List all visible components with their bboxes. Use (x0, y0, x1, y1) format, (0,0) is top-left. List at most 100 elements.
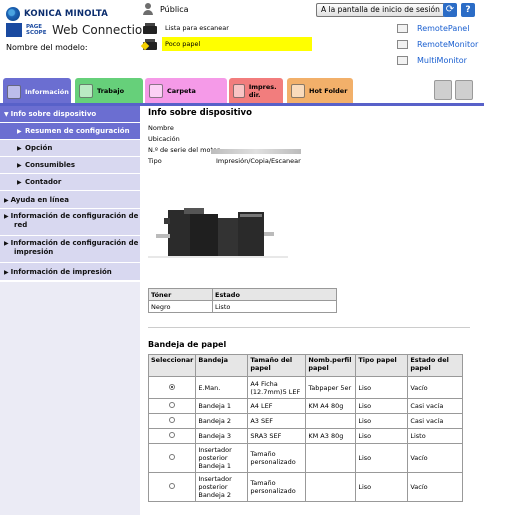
arrow-right-icon: ▶ (4, 269, 9, 276)
display-settings-icon[interactable] (455, 80, 473, 100)
arrow-right-icon: ▶ (4, 197, 9, 204)
tab-impres-dir-label: Impres. dir. (248, 82, 277, 99)
arrow-right-icon: ▶ (17, 179, 22, 186)
login-screen-button[interactable]: A la pantalla de inicio de sesión (316, 3, 445, 17)
tab-carpeta[interactable]: Carpeta (145, 78, 227, 103)
tray-profile (305, 443, 357, 473)
sidebar-item-label: Información de impresión (10, 268, 112, 276)
toner-color: Negro (148, 300, 213, 313)
tab-trabajo-label: Trabajo (97, 86, 125, 95)
device-info-list: Nombre Ubicación N.º de serie del motor … (148, 124, 398, 168)
multi-monitor-label: MultiMonitor (417, 56, 467, 65)
tray-select-cell[interactable] (147, 443, 197, 473)
tray-name: Insertador posterior Bandeja 2 (195, 472, 249, 502)
sidebar-item-consumables[interactable]: ▶ Consumibles (0, 157, 140, 174)
info-key: Tipo (148, 157, 162, 165)
radio-button[interactable] (169, 483, 176, 489)
refresh-icon[interactable]: ⟳ (443, 3, 457, 17)
arrow-right-icon: ▶ (17, 128, 22, 135)
tray-select-cell[interactable] (147, 472, 197, 502)
tray-select-cell[interactable] (147, 376, 197, 399)
sidebar-item-label: Información de configuración de impresió… (10, 239, 139, 256)
tray-name: Bandeja 1 (195, 398, 249, 414)
tray-profile: Tabpaper 5er (305, 376, 357, 399)
table-row[interactable]: Bandeja 3 SRA3 SEF KM A3 80g Liso Listo (147, 428, 464, 444)
section-divider (148, 327, 470, 328)
remote-panel-label: RemotePanel (417, 24, 470, 33)
tray-profile: KM A3 80g (305, 428, 357, 444)
paper-tray-table: Seleccionar Bandeja Tamaño del papel Nom… (147, 354, 464, 502)
konica-minolta-logo-icon (6, 7, 20, 21)
expand-triangle-icon: ▼ (4, 111, 9, 118)
tray-size: A3 SEF (247, 413, 307, 429)
table-row[interactable]: Insertador posterior Bandeja 1 Tamaño pe… (147, 443, 464, 473)
radio-button[interactable] (169, 402, 176, 408)
tray-header-tray: Bandeja (195, 354, 249, 377)
sidebar-item-label: Consumibles (25, 161, 76, 169)
tray-profile: KM A4 80g (305, 398, 357, 414)
job-tab-icon (79, 83, 93, 98)
arrow-right-icon: ▶ (4, 240, 9, 247)
sidebar-item-print-config[interactable]: ▶ Información de configuración de impresi… (0, 236, 140, 263)
sidebar-item-device-info[interactable]: ▼ Info sobre dispositivo (0, 106, 140, 123)
tray-select-cell[interactable] (147, 428, 197, 444)
paper-tray-title: Bandeja de papel (148, 340, 227, 349)
info-row-type: Tipo Impresión/Copia/Escanear (148, 157, 398, 168)
tab-trabajo[interactable]: Trabajo (75, 78, 143, 103)
table-row[interactable]: Insertador posterior Bandeja 2 Tamaño pe… (147, 472, 464, 502)
tab-informacion[interactable]: Información (3, 78, 71, 106)
radio-button[interactable] (169, 383, 176, 390)
printer-status-icon (142, 22, 158, 35)
tray-type: Liso (355, 443, 409, 473)
user-icon (142, 3, 154, 15)
info-row-serial: N.º de serie del motor (148, 146, 398, 157)
tab-hot-folder[interactable]: Hot Folder (287, 78, 353, 103)
user-indicator: Pública (142, 3, 189, 15)
table-row[interactable]: E.Man. A4 Ficha (12.7mm)5 LEF Tabpaper 5… (147, 376, 464, 399)
sidebar-item-config-summary[interactable]: ▶ Resumen de configuración (0, 123, 140, 140)
radio-button[interactable] (169, 417, 176, 423)
hot-folder-tab-icon (291, 83, 305, 98)
help-icon[interactable]: ? (461, 3, 475, 17)
tray-type: Liso (355, 376, 409, 399)
tray-profile (305, 413, 357, 429)
sidebar-item-online-help[interactable]: ▶ Ayuda en línea (0, 191, 140, 209)
sidebar-item-network-config[interactable]: ▶ Información de configuración de red (0, 209, 140, 236)
remote-monitor-link[interactable]: RemoteMonitor (397, 40, 478, 49)
multi-monitor-link[interactable]: MultiMonitor (397, 56, 467, 65)
sidebar-item-counter[interactable]: ▶ Contador (0, 174, 140, 191)
brand-name: KONICA MINOLTA (24, 9, 108, 19)
direct-print-tab-icon (233, 83, 245, 98)
user-name: Pública (160, 4, 189, 14)
tray-select-cell[interactable] (147, 413, 197, 429)
page-title: Info sobre dispositivo (148, 108, 252, 118)
table-row[interactable]: Bandeja 2 A3 SEF Liso Casi vacía (147, 413, 464, 429)
info-key: Nombre (148, 124, 174, 132)
tray-type: Liso (355, 472, 409, 502)
tray-size: A4 Ficha (12.7mm)5 LEF (247, 376, 307, 399)
tray-status: Listo (407, 428, 464, 444)
usb-device-icon[interactable] (434, 80, 452, 100)
sidebar-item-print-info[interactable]: ▶ Información de impresión (0, 263, 140, 281)
model-name-label: Nombre del modelo: (6, 43, 88, 52)
pagescope-icon (6, 23, 22, 37)
tray-select-cell[interactable] (147, 398, 197, 414)
window-icon (397, 40, 408, 49)
radio-button[interactable] (169, 454, 176, 460)
table-row[interactable]: Bandeja 1 A4 LEF KM A4 80g Liso Casi vac… (147, 398, 464, 414)
sidebar-item-label: Contador (25, 178, 62, 186)
tray-name: Bandeja 3 (195, 428, 249, 444)
sidebar-item-option[interactable]: ▶ Opción (0, 140, 140, 157)
tray-header-size: Tamaño del papel (247, 354, 307, 377)
tray-profile (305, 472, 357, 502)
tab-impres-dir[interactable]: Impres. dir. (229, 78, 283, 103)
window-icon (397, 56, 408, 65)
printer-machine-image (148, 208, 288, 258)
product-logo: PAGE SCOPE Web Connection (6, 23, 150, 37)
radio-button[interactable] (169, 432, 176, 438)
header: KONICA MINOLTA PAGE SCOPE Web Connection… (0, 0, 517, 78)
tray-type: Liso (355, 428, 409, 444)
remote-panel-link[interactable]: RemotePanel (397, 24, 469, 33)
info-row-location: Ubicación (148, 135, 398, 146)
tray-name: Bandeja 2 (195, 413, 249, 429)
